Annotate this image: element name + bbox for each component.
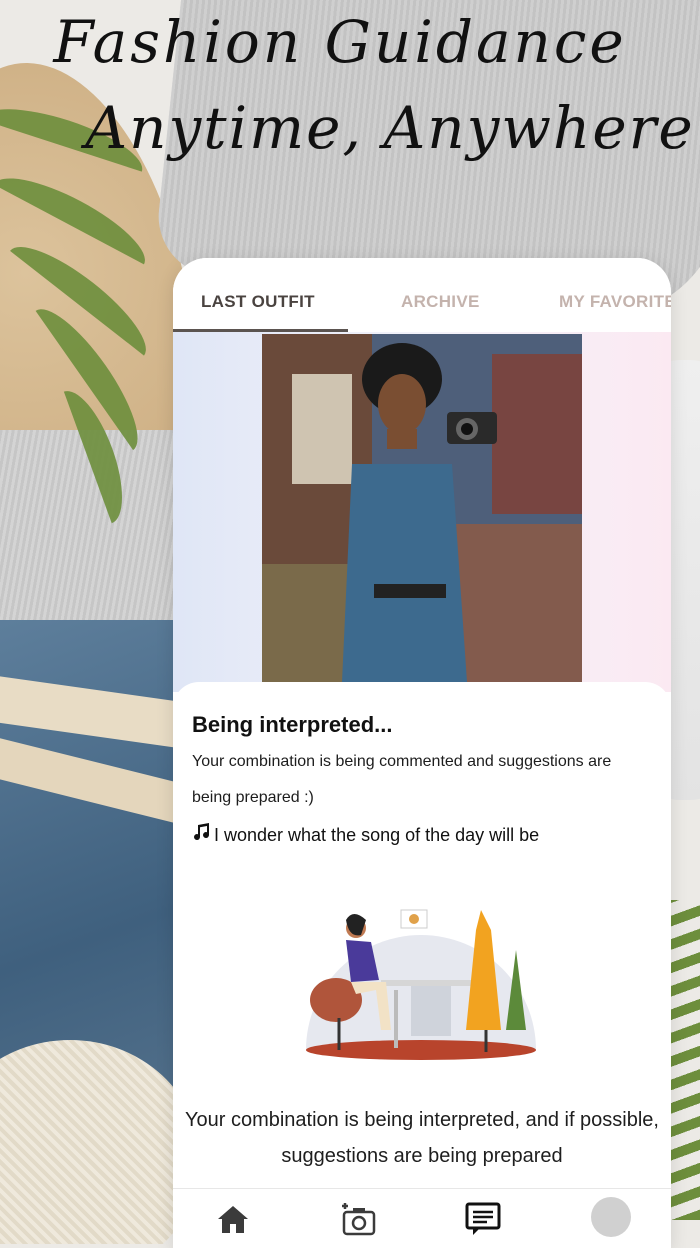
music-note-icon (192, 823, 214, 846)
tab-last-outfit[interactable]: LAST OUTFIT (201, 292, 315, 312)
tab-archive[interactable]: ARCHIVE (401, 292, 480, 312)
home-icon[interactable] (213, 1199, 253, 1239)
status-subtitle: Your combination is being commented and … (192, 753, 612, 806)
status-title: Being interpreted... (192, 712, 393, 737)
designer-illustration (291, 890, 551, 1060)
song-of-the-day: I wonder what the song of the day will b… (192, 823, 539, 846)
outfit-photo[interactable] (262, 334, 582, 682)
bottom-navigation (173, 1188, 671, 1248)
tab-my-favorite[interactable]: MY FAVORITE (559, 292, 671, 312)
add-photo-icon[interactable] (338, 1199, 378, 1239)
app-screen: LAST OUTFIT ARCHIVE MY FAVORITE Being in… (173, 258, 671, 1248)
headline-line-1: Fashion Guidance (53, 8, 627, 76)
chat-icon[interactable] (463, 1199, 503, 1239)
tab-bar: LAST OUTFIT ARCHIVE MY FAVORITE (173, 258, 671, 332)
headline: Fashion Guidance Anytime, Anywhere (0, 8, 700, 162)
outfit-photo-area (173, 332, 671, 692)
song-text: I wonder what the song of the day will b… (214, 825, 540, 845)
avatar[interactable] (591, 1197, 631, 1237)
headline-line-2: Anytime, Anywhere (85, 94, 695, 162)
interpretation-sheet: Being interpreted... Your combination is… (173, 682, 671, 1202)
bottom-message: Your combination is being interpreted, a… (184, 1109, 659, 1167)
